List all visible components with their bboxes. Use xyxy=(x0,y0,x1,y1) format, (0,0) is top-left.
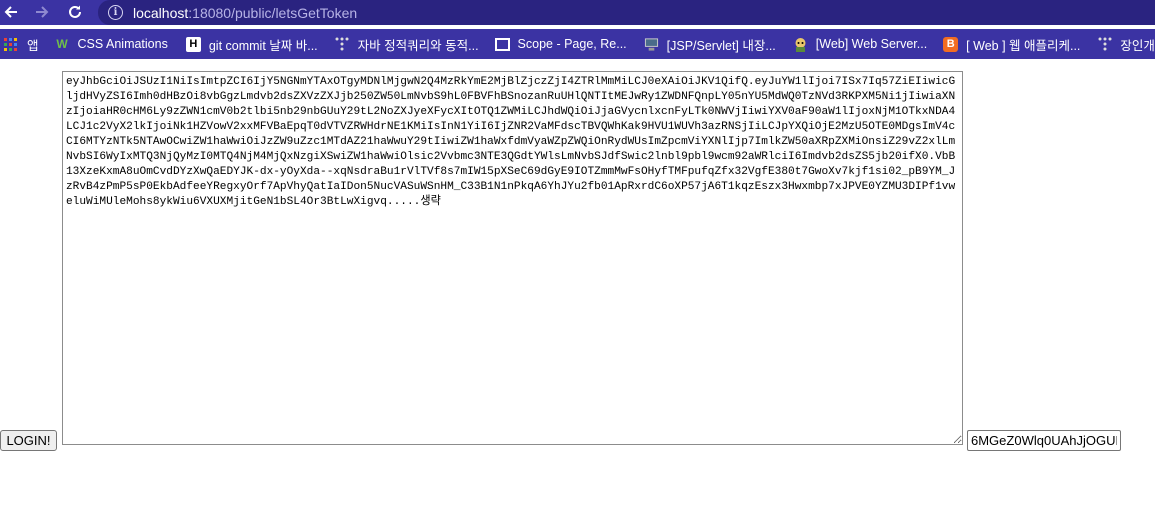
bookmark-label: [ Web ] 웹 애플리케... xyxy=(966,38,1081,53)
login-button[interactable]: LOGIN! xyxy=(0,430,57,451)
bookmark-web-server[interactable]: [Web] Web Server... xyxy=(793,29,927,59)
bookmark-java-query[interactable]: 자바 정적쿼리와 동적... xyxy=(335,29,479,59)
bookmark-label: 장인개발자 xyxy=(1120,38,1155,53)
dots-icon xyxy=(335,37,350,52)
token-textarea[interactable]: eyJhbGciOiJSUzI1NiIsImtpZCI6IjY5NGNmYTAx… xyxy=(62,71,963,445)
bookmark-apps[interactable]: 앱 xyxy=(4,29,39,59)
bookmark-label: [Web] Web Server... xyxy=(815,37,928,51)
info-icon[interactable]: i xyxy=(108,5,123,20)
bookmark-scope[interactable]: Scope - Page, Re... xyxy=(494,29,627,59)
bookmark-label: Scope - Page, Re... xyxy=(517,37,627,51)
bookmark-jsp-servlet[interactable]: [JSP/Servlet] 내장... xyxy=(644,29,776,59)
address-bar[interactable]: i localhost:18080/public/letsGetToken xyxy=(98,0,1155,25)
bookmark-web-app[interactable]: B [ Web ] 웹 애플리케... xyxy=(943,29,1080,59)
bookmark-label: CSS Animations xyxy=(77,37,168,51)
monitor-icon xyxy=(494,37,510,52)
bookmark-label: git commit 날짜 바... xyxy=(208,38,318,53)
computer-icon xyxy=(644,37,659,52)
forward-arrow-icon[interactable] xyxy=(31,1,53,23)
bookmark-label: 앱 xyxy=(27,38,39,53)
bookmark-label: 자바 정적쿼리와 동적... xyxy=(357,38,479,53)
bookmarks-bar: 앱 W CSS Animations H git commit 날짜 바... … xyxy=(0,29,1155,59)
bookmark-label: [JSP/Servlet] 내장... xyxy=(666,38,776,53)
browser-toolbar: i localhost:18080/public/letsGetToken xyxy=(0,0,1155,25)
bookmark-css-animations[interactable]: W CSS Animations xyxy=(55,29,168,59)
character-icon xyxy=(793,37,808,52)
url-path: :18080/public/letsGetToken xyxy=(188,4,358,21)
url-host: localhost xyxy=(133,4,189,21)
url-text[interactable]: localhost:18080/public/letsGetToken xyxy=(133,5,357,21)
bookmark-craftsman-dev[interactable]: 장인개발자 xyxy=(1097,29,1155,59)
apps-icon xyxy=(4,37,17,51)
reload-icon[interactable] xyxy=(64,1,86,23)
blogger-icon: B xyxy=(943,36,959,52)
h-logo-icon: H xyxy=(185,36,201,52)
w-logo-icon: W xyxy=(56,37,68,51)
bookmark-git-commit[interactable]: H git commit 날짜 바... xyxy=(185,29,318,59)
back-arrow-icon[interactable] xyxy=(0,1,22,23)
dots-icon xyxy=(1097,37,1112,52)
token-input[interactable] xyxy=(967,430,1121,451)
